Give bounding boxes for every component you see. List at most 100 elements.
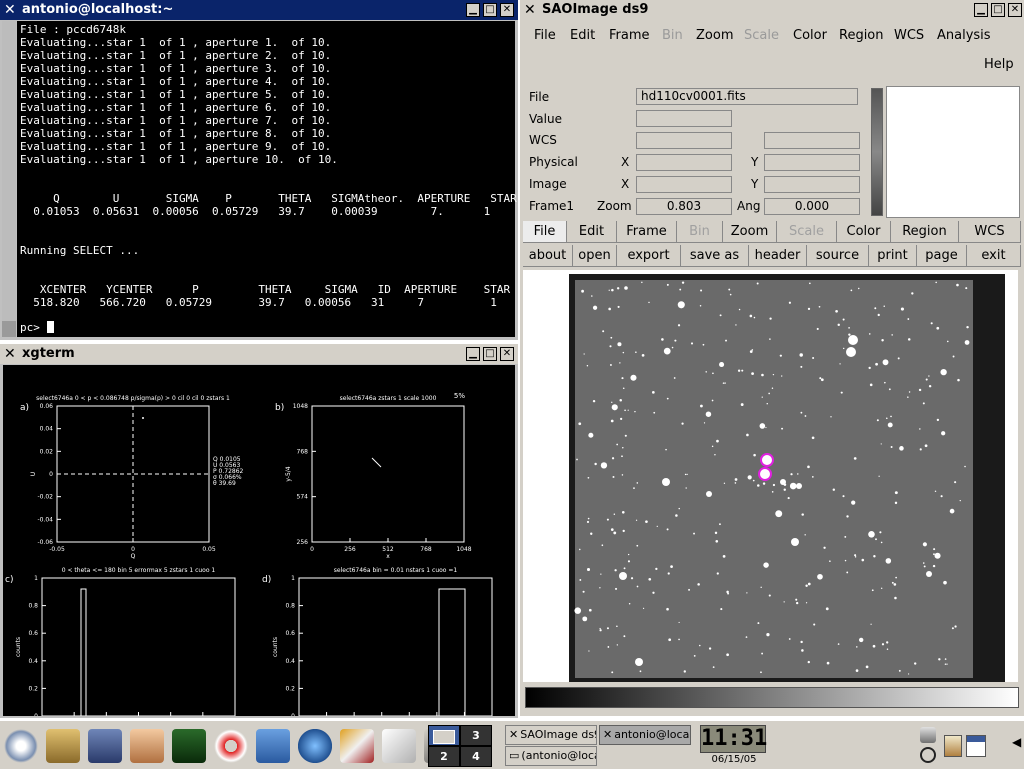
scanner-icon[interactable] <box>46 729 80 763</box>
star <box>579 579 582 581</box>
star <box>842 495 845 498</box>
ds9-titlebar[interactable]: ✕ SAOImage ds9 ▁ □ ✕ <box>520 0 1024 20</box>
graphics-canvas[interactable]: a) select6746a 0 < p < 0.086748 p/sigma(p… <box>3 365 515 716</box>
office-icon[interactable] <box>340 729 374 763</box>
terminal-window[interactable]: ✕ antonio@localhost:~ ▁ □ ✕ File : pccd6… <box>0 0 518 340</box>
plot-d-label: d) <box>262 575 271 585</box>
menu-help[interactable]: Help <box>984 57 1014 72</box>
minimize-button[interactable]: ▁ <box>466 3 480 17</box>
button-file[interactable]: File <box>523 221 567 243</box>
terminal-titlebar[interactable]: ✕ antonio@localhost:~ ▁ □ ✕ <box>0 0 518 20</box>
maximize-button[interactable]: □ <box>483 347 497 361</box>
x-logo-icon[interactable]: ✕ <box>4 0 16 20</box>
star <box>886 648 889 650</box>
button-export[interactable]: export <box>617 245 681 267</box>
plot-b-ylabel: y-5/4 <box>285 466 292 481</box>
button-color[interactable]: Color <box>837 221 891 243</box>
close-button[interactable]: ✕ <box>500 3 514 17</box>
xgterm-titlebar[interactable]: ✕ xgterm ▁ □ ✕ <box>0 344 518 364</box>
frame-label: Frame1 <box>529 199 575 213</box>
menu-file[interactable]: File <box>534 28 556 43</box>
button-wcs[interactable]: WCS <box>959 221 1021 243</box>
menu-region[interactable]: Region <box>839 28 884 43</box>
star <box>619 399 622 402</box>
terminal-output[interactable]: File : pccd6748k Evaluating...star 1 of … <box>17 21 517 337</box>
button-about[interactable]: about <box>523 245 573 267</box>
button-open[interactable]: open <box>573 245 617 267</box>
x-logo-icon[interactable]: ✕ <box>4 344 16 364</box>
pager-desk-3[interactable]: 3 <box>461 726 491 745</box>
button-frame[interactable]: Frame <box>617 221 677 243</box>
colorbar[interactable] <box>525 687 1019 708</box>
x-logo-icon[interactable]: ✕ <box>524 0 536 20</box>
calendar-icon[interactable] <box>966 735 986 757</box>
shell-icon[interactable] <box>130 729 164 763</box>
button-exit[interactable]: exit <box>967 245 1021 267</box>
button-save-as[interactable]: save as <box>681 245 749 267</box>
desktop-icon[interactable] <box>256 729 290 763</box>
star <box>781 375 783 377</box>
button-edit[interactable]: Edit <box>567 221 617 243</box>
menu-color[interactable]: Color <box>793 28 827 43</box>
star <box>700 404 703 408</box>
star <box>592 305 598 310</box>
fits-image[interactable] <box>569 274 1005 682</box>
button-print[interactable]: print <box>869 245 917 267</box>
close-button[interactable]: ✕ <box>1008 3 1022 17</box>
star <box>922 562 925 564</box>
menu-edit[interactable]: Edit <box>570 28 595 43</box>
terminal-prompt[interactable]: pc> <box>20 321 54 334</box>
browser-globe-icon[interactable] <box>298 729 332 763</box>
pager-desk-1[interactable] <box>429 726 459 745</box>
button-header[interactable]: header <box>749 245 807 267</box>
klipper-icon[interactable] <box>944 735 962 757</box>
clock[interactable]: 11:31 06/15/05 <box>698 725 768 767</box>
menu-wcs[interactable]: WCS <box>894 28 924 43</box>
minimize-button[interactable]: ▁ <box>466 347 480 361</box>
menu-scale[interactable]: Scale <box>744 28 779 43</box>
close-button[interactable]: ✕ <box>500 347 514 361</box>
kde-menu-icon[interactable] <box>4 729 38 763</box>
star <box>616 443 619 446</box>
taskbar-scroll-arrow-icon[interactable]: ◀ <box>1012 735 1021 749</box>
pager-desk-4[interactable]: 4 <box>461 747 491 766</box>
button-bin[interactable]: Bin <box>677 221 723 243</box>
terminal-icon[interactable] <box>172 729 206 763</box>
menu-frame[interactable]: Frame <box>609 28 650 43</box>
image-canvas[interactable] <box>523 270 1018 682</box>
button-scale[interactable]: Scale <box>777 221 837 243</box>
button-page[interactable]: page <box>917 245 967 267</box>
star <box>610 419 614 423</box>
button-region[interactable]: Region <box>891 221 959 243</box>
lock-screen-icon[interactable] <box>920 727 936 743</box>
task-terminal[interactable]: ✕ antonio@local <box>599 725 691 745</box>
star <box>783 601 785 603</box>
image-background <box>575 280 973 678</box>
menu-zoom[interactable]: Zoom <box>696 28 733 43</box>
maximize-button[interactable]: □ <box>991 3 1005 17</box>
scrollbar-thumb[interactable] <box>2 21 16 321</box>
star <box>639 670 642 673</box>
menu-bin[interactable]: Bin <box>662 28 683 43</box>
minimize-button[interactable]: ▁ <box>974 3 988 17</box>
taskbar: 2 3 4 ✕ SAOImage ds9 ✕ antonio@local ▭ (ant… <box>0 720 1024 769</box>
button-zoom[interactable]: Zoom <box>723 221 777 243</box>
button-source[interactable]: source <box>807 245 869 267</box>
task-ds9[interactable]: ✕ SAOImage ds9 <box>505 725 597 745</box>
xgterm-window[interactable]: ✕ xgterm ▁ □ ✕ a) select6746a 0 < p < 0.0… <box>0 344 518 718</box>
task-xgterm[interactable]: ▭ (antonio@loca <box>505 746 597 766</box>
region-circle-ordinary <box>760 453 774 467</box>
star <box>933 548 936 551</box>
maximize-button[interactable]: □ <box>483 3 497 17</box>
star <box>840 391 843 394</box>
plot-a-ytick-label: -0.02 <box>37 494 53 501</box>
menu-analysis[interactable]: Analysis <box>937 28 991 43</box>
star <box>817 573 823 580</box>
star <box>578 422 582 426</box>
terminal-scrollbar[interactable] <box>2 21 16 337</box>
help-lifebuoy-icon[interactable] <box>214 729 248 763</box>
logout-icon[interactable] <box>920 747 936 763</box>
pager-desk-2[interactable]: 2 <box>429 747 459 766</box>
home-folder-icon[interactable] <box>88 729 122 763</box>
mail-icon[interactable] <box>382 729 416 763</box>
